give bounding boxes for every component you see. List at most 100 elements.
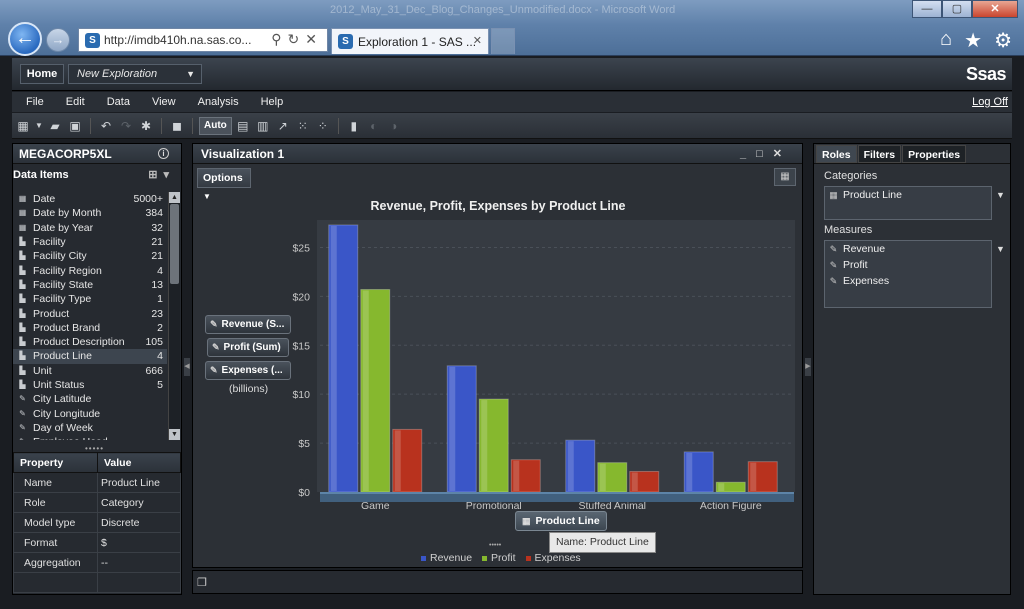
categories-drop-zone[interactable]: ▦ Product Line (824, 186, 992, 220)
property-value[interactable]: Category (97, 492, 181, 513)
category-role-item[interactable]: ▦ Product Line (825, 187, 991, 203)
data-item[interactable]: ▙ Product 23 (13, 306, 167, 320)
restore-viz-icon[interactable]: □ (756, 148, 773, 160)
save-icon[interactable]: ▣ (66, 117, 84, 135)
measure-pill-revenue[interactable]: ✎ Revenue (S... (205, 315, 291, 334)
data-item[interactable]: ▦ Date 5000+ (13, 192, 167, 206)
scroll-thumb[interactable] (170, 204, 179, 284)
collapse-left-panel-handle[interactable]: ◀ (184, 358, 190, 376)
property-value[interactable]: Product Line (97, 472, 181, 493)
data-item[interactable]: ✎ Day of Week (13, 421, 167, 435)
scatter-plot-icon[interactable]: ⁙ (294, 117, 312, 135)
data-items-scrollbar[interactable]: ▲ ▼ (168, 192, 180, 440)
tab-filters[interactable]: Filters (857, 145, 902, 163)
measure-role-item[interactable]: ✎ Expenses (825, 273, 991, 289)
legend-grip[interactable]: ••••• (489, 542, 501, 549)
maximize-button[interactable]: ▢ (942, 0, 972, 18)
data-item[interactable]: ▙ Unit 666 (13, 364, 167, 378)
favorites-star-icon[interactable]: ★ (964, 28, 982, 53)
measures-drop-zone[interactable]: ✎ Revenue ✎ Profit ✎ Expenses (824, 240, 992, 308)
data-item[interactable]: ▙ Facility Region 4 (13, 263, 167, 277)
categories-dropdown-icon[interactable]: ▼ (996, 190, 1005, 200)
scroll-up-icon[interactable]: ▲ (169, 192, 180, 203)
measure-pill-expenses[interactable]: ✎ Expenses (... (205, 361, 291, 380)
dropdown-icon[interactable]: ▼ (34, 117, 44, 135)
minimize-viz-icon[interactable]: _ (740, 148, 756, 160)
browser-tab-active[interactable]: S Exploration 1 - SAS ... ✕ (331, 28, 489, 54)
tab-close-icon[interactable]: ✕ (473, 34, 482, 47)
collapse-right-panel-handle[interactable]: ▶ (805, 358, 811, 376)
log-off-link[interactable]: Log Off (972, 96, 1008, 108)
data-item[interactable]: ▙ Facility Type 1 (13, 292, 167, 306)
back-button[interactable]: ← (8, 22, 42, 56)
tab-properties[interactable]: Properties (902, 145, 967, 163)
maximize-viz-icon[interactable]: ◼ (168, 117, 186, 135)
star-burst-icon[interactable]: ✱ (137, 117, 155, 135)
menu-edit[interactable]: Edit (66, 96, 85, 108)
measure-pill-profit[interactable]: ✎ Profit (Sum) (207, 338, 289, 357)
bubble-plot-icon[interactable]: ⁘ (314, 117, 332, 135)
undo-icon[interactable]: ↶ (97, 117, 115, 135)
decision-tree-icon[interactable]: ◑ (385, 117, 403, 135)
data-source-header[interactable]: MEGACORP5XL i (13, 144, 181, 164)
hierarchy-icon[interactable]: ⊞ (148, 169, 163, 181)
data-item[interactable]: ✎ City Latitude (13, 392, 167, 406)
close-viz-icon[interactable]: ✕ (773, 148, 792, 160)
measure-role-item[interactable]: ✎ Revenue (825, 241, 991, 257)
new-exploration-icon[interactable]: ▦ (14, 117, 32, 135)
legend-item[interactable]: Profit (482, 552, 516, 564)
data-item[interactable]: ▦ Date by Year 32 (13, 221, 167, 235)
data-item[interactable]: ▙ Facility State 13 (13, 278, 167, 292)
legend-item[interactable]: Revenue (421, 552, 472, 564)
data-item[interactable]: ▦ Date by Month 384 (13, 206, 167, 220)
redo-icon[interactable]: ↷ (117, 117, 135, 135)
show-table-icon[interactable]: ▦ (774, 168, 796, 186)
property-value[interactable]: $ (97, 532, 181, 553)
exploration-select[interactable]: New Exploration ▼ (68, 64, 202, 84)
filter-menu-icon[interactable]: ▾ (163, 169, 175, 181)
auto-chart-button[interactable]: Auto (199, 116, 232, 135)
forward-button[interactable]: → (46, 28, 70, 52)
data-item[interactable]: ▙ Product Line 4 (13, 349, 167, 364)
data-item[interactable]: ▙ Facility City 21 (13, 249, 167, 263)
scroll-down-icon[interactable]: ▼ (169, 429, 180, 440)
tab-roles[interactable]: Roles (816, 145, 857, 163)
new-tab-button[interactable] (491, 28, 515, 54)
table-icon[interactable]: ▤ (234, 117, 252, 135)
settings-gear-icon[interactable]: ⚙ (994, 28, 1012, 53)
property-value[interactable]: Discrete (97, 512, 181, 533)
geo-map-icon[interactable]: ◐ (365, 117, 383, 135)
menu-view[interactable]: View (152, 96, 176, 108)
stop-icon[interactable]: ✕ (305, 31, 323, 47)
refresh-icon[interactable]: ↻ (288, 31, 306, 47)
legend-item[interactable]: Expenses (525, 552, 581, 564)
home-button[interactable]: Home (20, 64, 64, 84)
home-icon[interactable]: ⌂ (940, 28, 952, 53)
line-chart-icon[interactable]: ↗ (274, 117, 292, 135)
minimize-button[interactable]: — (912, 0, 942, 18)
bar-chart-icon[interactable]: ▥ (254, 117, 272, 135)
search-icon[interactable]: ⚲ (271, 31, 287, 47)
data-item[interactable]: ✎ Employee Head... (13, 435, 167, 440)
data-item[interactable]: ✎ City Longitude (13, 406, 167, 420)
data-item[interactable]: ▙ Product Description 105 (13, 335, 167, 349)
measures-dropdown-icon[interactable]: ▼ (996, 244, 1005, 254)
options-button[interactable]: Options ▼ (197, 168, 251, 201)
measure-role-item[interactable]: ✎ Profit (825, 257, 991, 273)
open-folder-icon[interactable]: ▰ (46, 117, 64, 135)
property-value[interactable] (97, 572, 181, 593)
menu-file[interactable]: File (26, 96, 44, 108)
menu-data[interactable]: Data (107, 96, 130, 108)
tabs-overview-icon[interactable]: ❐ (197, 576, 207, 589)
property-value[interactable]: -- (97, 552, 181, 573)
data-item[interactable]: ▙ Facility 21 (13, 235, 167, 249)
category-pill-product-line[interactable]: ▦ Product Line (515, 511, 607, 531)
close-window-button[interactable]: ✕ (972, 0, 1018, 18)
address-bar[interactable]: S http://imdb410h.na.sas.co... ⚲↻✕ (78, 28, 328, 52)
menu-help[interactable]: Help (261, 96, 284, 108)
data-item[interactable]: ▙ Product Brand 2 (13, 321, 167, 335)
box-plot-icon[interactable]: ▮ (345, 117, 363, 135)
data-item[interactable]: ▙ Unit Status 5 (13, 378, 167, 392)
info-icon[interactable]: i (158, 148, 169, 159)
menu-analysis[interactable]: Analysis (198, 96, 239, 108)
